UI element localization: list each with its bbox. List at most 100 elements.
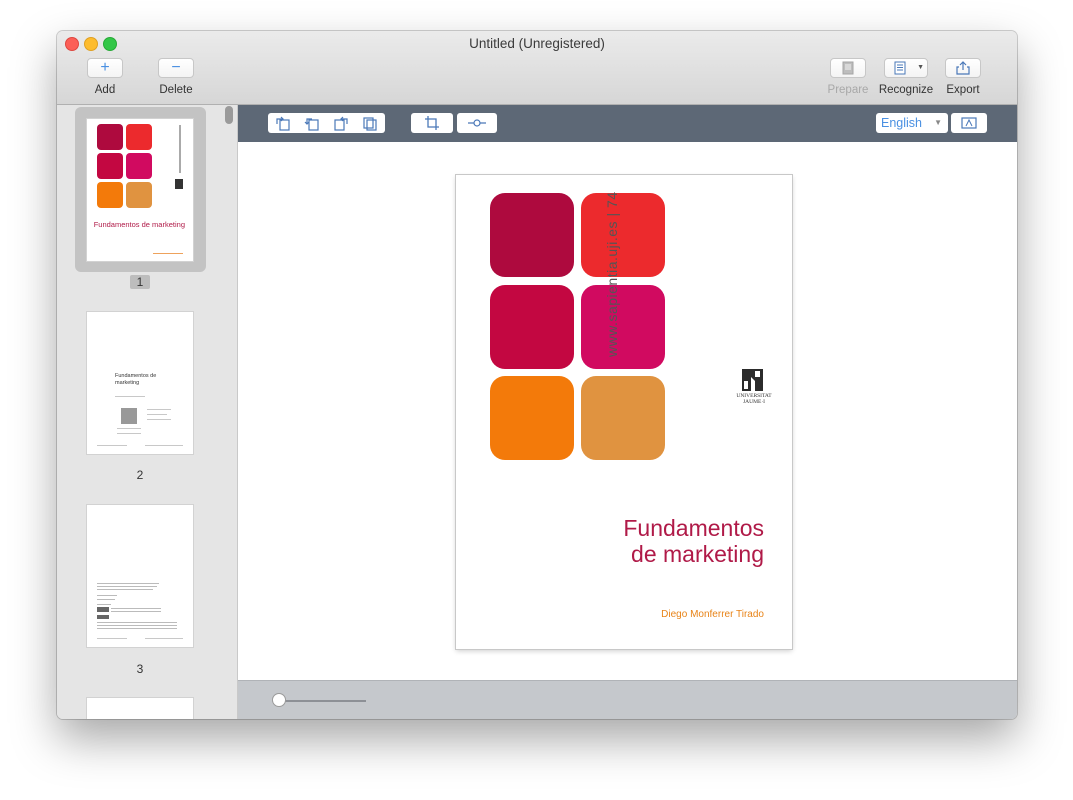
document-view[interactable]: www.sapientia.uji.es | 74 UNIVERSITAT JAU… [238, 142, 1017, 680]
page-icon [842, 61, 854, 75]
straighten-icon [468, 119, 486, 127]
thumb2-logo [121, 408, 137, 424]
prepare-button[interactable] [830, 58, 866, 78]
thumb3-line [111, 608, 161, 609]
thumb-tile [126, 153, 152, 179]
rotate-left-all-button[interactable] [297, 113, 326, 133]
thumb-url-line [179, 125, 181, 173]
thumb3-line [97, 625, 177, 626]
thumb2-line [97, 445, 127, 446]
language-value: English [881, 116, 922, 130]
thumb2-line [117, 433, 141, 434]
thumb3-line [97, 583, 159, 584]
page-thumbnail-1[interactable]: Fundamentos de marketing [87, 119, 193, 261]
university-logo: UNIVERSITAT JAUME·I [733, 367, 775, 411]
thumb3-line [97, 628, 177, 629]
thumb3-line [97, 622, 177, 623]
plus-icon: + [100, 59, 110, 76]
zoom-slider-track[interactable] [280, 700, 366, 702]
text-box-icon [961, 117, 977, 129]
thumb2-line [145, 445, 183, 446]
rotate-left-icon [304, 118, 319, 131]
sidebar-scrollbar[interactable] [225, 106, 233, 124]
thumb-title: Fundamentos de marketing [93, 220, 185, 229]
thumb-tile [126, 182, 152, 208]
view-toolbar: English ▼ [238, 105, 1017, 142]
export-label: Export [946, 84, 980, 96]
thumb2-title: Fundamentos de marketing [115, 373, 157, 386]
thumb-tile [97, 153, 123, 179]
minus-icon: − [171, 59, 181, 76]
window-title: Untitled (Unregistered) [469, 36, 605, 51]
thumb2-line [147, 419, 171, 420]
page-number-3: 3 [136, 662, 144, 676]
thumb3-line [97, 599, 115, 600]
thumb2-line [147, 414, 167, 415]
thumb2-line [147, 409, 171, 410]
add-label: Add [94, 84, 116, 96]
rotate-right-button[interactable] [326, 113, 355, 133]
thumb3-line [145, 638, 183, 639]
delete-label: Delete [159, 84, 193, 96]
rotate-right-icon [362, 117, 377, 131]
thumb3-line [97, 589, 153, 590]
delete-button[interactable]: − [158, 58, 194, 78]
chevron-down-icon: ▼ [934, 118, 942, 127]
cover-tile [490, 285, 574, 369]
crop-icon [425, 116, 439, 130]
text-layer-button-inner[interactable] [951, 113, 987, 133]
text-layer-button[interactable] [951, 113, 987, 133]
document-text-icon [894, 61, 906, 75]
isbn-icon [97, 615, 109, 619]
page-number-2: 2 [136, 468, 144, 482]
thumb2-line [115, 396, 145, 397]
language-select[interactable]: English ▼ [876, 113, 948, 133]
cover-tile [490, 376, 574, 460]
page-thumbnail-3[interactable] [87, 505, 193, 647]
crop-button[interactable] [411, 113, 453, 133]
rotate-right-all-button[interactable] [355, 113, 384, 133]
university-logo-text: UNIVERSITAT JAUME·I [736, 393, 772, 405]
straighten-button-inner[interactable] [457, 113, 497, 133]
book-author: Diego Monferrer Tirado [661, 609, 764, 620]
rotate-left-button[interactable] [268, 113, 297, 133]
crop-button-inner[interactable] [411, 113, 453, 133]
app-window: Untitled (Unregistered) + Add − Delete P… [57, 31, 1017, 719]
thumb3-line [97, 595, 117, 596]
zoom-slider-knob[interactable] [272, 693, 286, 707]
cc-license-icon [97, 607, 109, 612]
chevron-down-icon[interactable]: ▼ [917, 64, 924, 71]
rotate-right-icon [333, 116, 348, 131]
document-page[interactable]: www.sapientia.uji.es | 74 UNIVERSITAT JAU… [456, 175, 792, 649]
university-logo-mark [742, 369, 763, 391]
page-thumbnails-sidebar[interactable]: Fundamentos de marketing 1 Fundamentos d… [57, 105, 238, 719]
book-title-line-1: Fundamentos [623, 515, 764, 541]
thumb3-line [97, 586, 157, 587]
thumb3-line [111, 611, 161, 612]
rotate-left-icon [275, 116, 290, 131]
thumb2-line [117, 428, 141, 429]
page-number-1: 1 [130, 275, 150, 289]
university-logo-mini [175, 179, 183, 189]
thumb3-line [97, 638, 127, 639]
page-thumbnail-2[interactable]: Fundamentos de marketing [87, 312, 193, 454]
thumb-tile [126, 124, 152, 150]
window-toolbar: Untitled (Unregistered) + Add − Delete P… [57, 31, 1017, 105]
export-button[interactable] [945, 58, 981, 78]
book-title: Fundamentos de marketing [623, 515, 764, 567]
zoom-bar [238, 680, 1017, 719]
add-button[interactable]: + [87, 58, 123, 78]
straighten-button[interactable] [457, 113, 497, 133]
share-icon [956, 61, 970, 75]
recognize-button[interactable]: ▼ [884, 58, 928, 78]
series-url: www.sapientia.uji.es | 74 [604, 191, 620, 357]
thumb-tile [97, 124, 123, 150]
thumb-author-line [153, 253, 183, 254]
thumb3-line [97, 604, 111, 605]
book-title-line-2: de marketing [631, 541, 764, 567]
thumb-tile [97, 182, 123, 208]
cover-tile [581, 376, 665, 460]
page-thumbnail-4[interactable] [87, 698, 193, 719]
cover-tile [490, 193, 574, 277]
rotate-button-group [268, 113, 385, 133]
